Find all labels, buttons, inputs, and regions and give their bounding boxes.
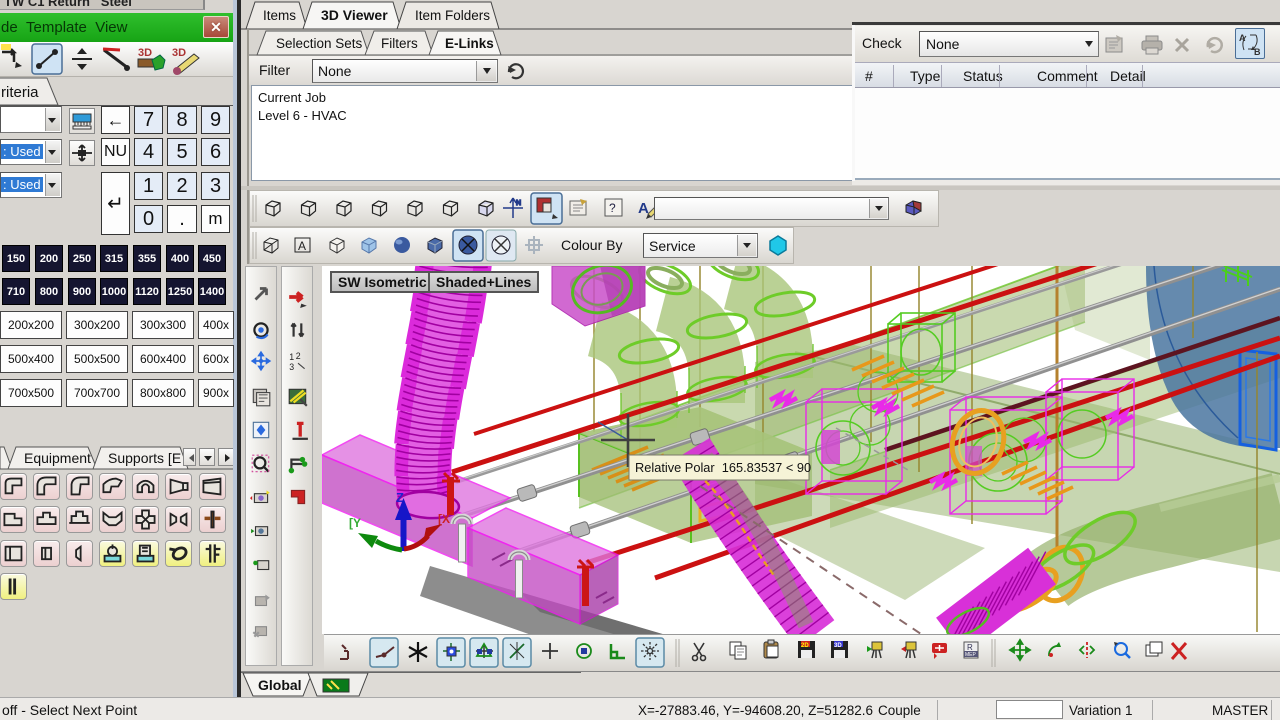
svg-text:Items: Items [263,8,296,23]
svg-text:Selection Sets: Selection Sets [276,36,363,51]
svg-text:3D: 3D [172,47,186,59]
svg-text:R: R [967,643,973,652]
svg-text:Filters: Filters [381,36,418,51]
svg-text:3D Viewer: 3D Viewer [321,7,388,23]
svg-text:1: 1 [289,352,294,362]
svg-text:A: A [298,239,306,253]
svg-text:?: ? [609,201,616,215]
svg-text:Supports [E: Supports [E [108,450,181,466]
svg-text:Relative Polar 165.83537 < 90: Relative Polar 165.83537 < 90 [635,460,811,475]
svg-text:riteria: riteria [1,84,39,101]
svg-text:B: B [1254,47,1261,57]
svg-text:[X: [X [438,512,450,526]
svg-text:E-Links: E-Links [445,36,494,51]
svg-text:3D: 3D [834,643,842,649]
svg-text:Colour By: Colour By [561,237,622,253]
svg-text:MEP: MEP [965,652,977,658]
svg-text:A: A [638,200,649,217]
svg-text:Global: Global [258,677,302,693]
svg-text:[Y: [Y [349,516,361,530]
svg-text:3D: 3D [138,47,152,59]
svg-text:N: N [516,200,521,207]
svg-text:2D: 2D [801,643,809,649]
svg-text:2: 2 [296,351,301,361]
svg-text:3: 3 [289,362,294,372]
svg-text:Equipment: Equipment [24,450,91,466]
svg-text:Item Folders: Item Folders [415,8,490,23]
